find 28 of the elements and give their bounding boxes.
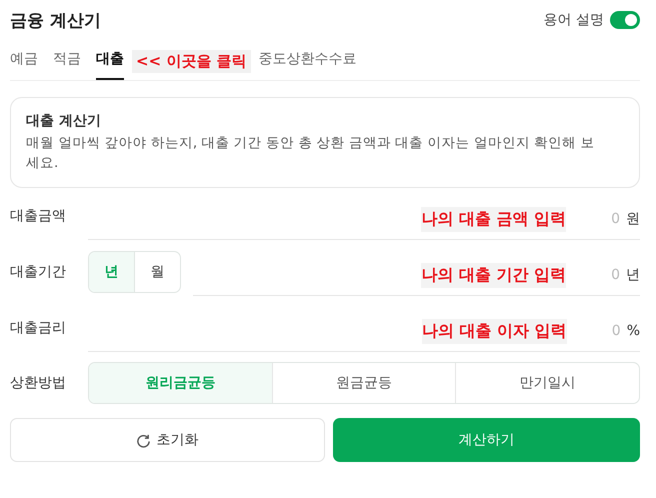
- annotation-label: << 이곳을 클릭: [132, 50, 251, 72]
- method-option[interactable]: 원리금균등: [89, 363, 272, 403]
- tab[interactable]: 대출: [96, 42, 124, 80]
- field-label: 상환방법: [10, 374, 67, 392]
- page-title: 금융 계산기: [10, 10, 101, 32]
- unit-label: 원: [626, 210, 640, 228]
- toggle-switch[interactable]: [610, 11, 640, 29]
- unit-label: %: [626, 323, 640, 339]
- annotation-label: 나의 대출 기간 입력: [421, 262, 566, 288]
- unit-label: 년: [626, 266, 640, 284]
- unit-option[interactable]: 년: [89, 252, 134, 292]
- tab[interactable]: 중도상환수수료: [258, 42, 372, 80]
- method-option[interactable]: 원금균등: [272, 363, 456, 403]
- toggle-label: 용어 설명: [544, 11, 604, 29]
- field-label: 대출금액: [10, 207, 67, 225]
- unit-option[interactable]: 월: [134, 252, 180, 292]
- reset-button[interactable]: 초기화: [10, 418, 325, 462]
- annotation-label: 나의 대출 금액 입력: [421, 206, 566, 232]
- field-label: 대출금리: [10, 319, 67, 337]
- field-label: 대출기간: [10, 263, 67, 281]
- tab[interactable]: 적금: [53, 42, 96, 80]
- tab[interactable]: 예금: [10, 42, 53, 80]
- calculate-button[interactable]: 계산하기: [332, 418, 640, 462]
- refresh-icon: [136, 432, 152, 448]
- method-option[interactable]: 만기일시: [455, 363, 639, 403]
- card-description: 매월 얼마씩 갚아야 하는지, 대출 기간 동안 총 상환 금액과 대출 이자는 얼마인지 확인해 보세요.: [26, 134, 596, 173]
- card-title: 대출 계산기: [26, 112, 102, 130]
- annotation-label: 나의 대출 이자 입력: [422, 318, 567, 344]
